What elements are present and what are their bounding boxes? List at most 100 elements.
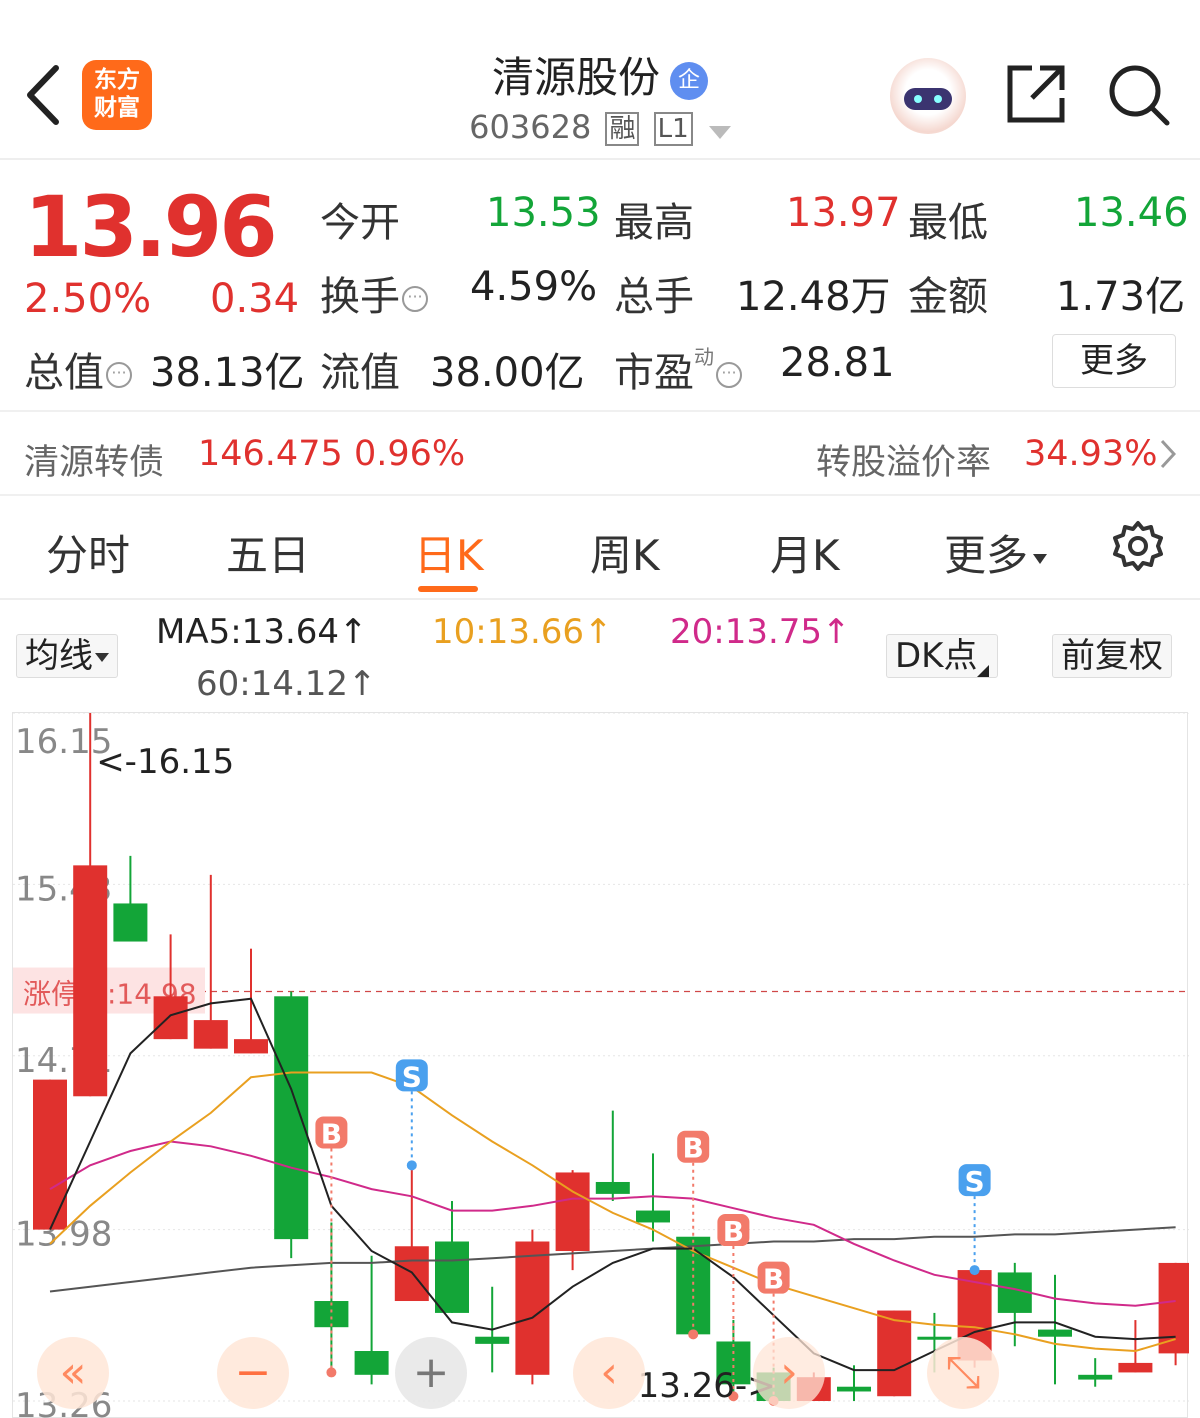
low-value: 13.46 <box>1074 190 1189 236</box>
dk-point-label: DK点 <box>895 636 978 676</box>
fast-back-icon: « <box>60 1347 87 1398</box>
bond-name: 清源转债 <box>24 443 165 483</box>
high-label: 最高 <box>614 200 694 246</box>
float-value: 38.00亿 <box>430 350 585 396</box>
stock-name: 清源股份 <box>491 53 660 102</box>
gear-icon[interactable] <box>1112 520 1164 576</box>
turnover-label[interactable]: 换手 ··· <box>320 264 428 322</box>
candle-body <box>595 1181 630 1194</box>
change-percent: 2.50% <box>24 276 152 322</box>
float-label: 流值 <box>320 350 400 396</box>
zoom-out-icon: − <box>235 1347 272 1398</box>
mktcap-label-text: 总值 <box>24 350 104 396</box>
buy-signal-text: B <box>723 1215 744 1248</box>
turnover-label-text: 换手 <box>320 274 400 320</box>
more-quote-button[interactable]: 更多 <box>1052 334 1176 388</box>
candle-body <box>636 1210 670 1223</box>
candle-body <box>917 1336 952 1340</box>
caret-down-icon <box>95 652 109 662</box>
current-price: 13.96 <box>24 178 278 276</box>
low-label: 最低 <box>908 200 988 246</box>
amount-value: 1.73亿 <box>1056 274 1186 320</box>
max-price-label: <-16.15 <box>96 742 234 782</box>
stock-code: 603628 <box>469 108 592 146</box>
tab-monthly-k[interactable]: 月K <box>770 522 840 583</box>
open-label: 今开 <box>320 200 400 246</box>
candle-body <box>73 865 108 1097</box>
candle-body <box>33 1079 67 1230</box>
mktcap-label[interactable]: 总值 ··· <box>24 340 132 398</box>
turnover-value: 4.59% <box>470 264 598 310</box>
buy-signal-text: B <box>321 1117 342 1150</box>
pe-label[interactable]: 市盈动··· <box>614 340 742 398</box>
chart-tabs: 分时 五日 日K 周K 月K 更多 <box>0 496 1200 600</box>
info-dots-icon[interactable]: ··· <box>106 362 132 388</box>
step-forward-icon: › <box>780 1347 798 1398</box>
candle-body <box>1118 1362 1153 1373</box>
level1-tag: L1 <box>653 112 693 146</box>
bond-pct: 0.96% <box>354 434 466 474</box>
info-dots-icon[interactable]: ··· <box>402 286 428 312</box>
candle-body <box>1078 1374 1113 1380</box>
candle-body <box>274 996 309 1240</box>
candle-body <box>234 1039 268 1054</box>
convertible-bond-row[interactable]: 清源转债 146.475 0.96% 转股溢价率 34.93% <box>0 412 1200 496</box>
candle-body <box>877 1310 912 1397</box>
high-value: 13.97 <box>786 190 901 236</box>
pe-superscript: 动 <box>694 345 714 369</box>
fullscreen-icon: ⤡ <box>945 1347 980 1398</box>
caret-down-icon <box>1033 553 1048 564</box>
signal-dot <box>688 1329 699 1340</box>
enterprise-badge-icon: 企 <box>670 61 708 100</box>
ma-selector-label: 均线 <box>25 636 93 676</box>
robot-assistant-icon[interactable] <box>890 58 966 134</box>
info-dots-icon[interactable]: ··· <box>716 362 742 388</box>
bond-price: 146.475 <box>198 434 343 474</box>
candle-body <box>193 1020 228 1049</box>
mktcap-value: 38.13亿 <box>150 350 305 396</box>
dropdown-triangle-icon[interactable] <box>708 110 731 148</box>
chevron-right-icon[interactable] <box>1160 438 1177 478</box>
active-tab-indicator <box>418 586 478 592</box>
premium-value: 34.93% <box>1024 434 1158 474</box>
top-bar: 东方 财富 清源股份企 603628 融 L1 <box>0 0 1200 160</box>
pe-value: 28.81 <box>780 340 895 386</box>
candle-body <box>435 1241 469 1313</box>
amount-label: 金额 <box>908 274 988 320</box>
margin-tag: 融 <box>605 112 640 146</box>
candle-body <box>153 996 188 1040</box>
signal-dot <box>406 1160 417 1171</box>
tab-five-day[interactable]: 五日 <box>226 522 310 583</box>
dk-point-button[interactable]: DK点 <box>886 634 999 678</box>
candle-body <box>1038 1329 1072 1337</box>
ma5-value: MA5:13.64↑ <box>156 612 368 652</box>
search-icon[interactable] <box>1108 64 1170 126</box>
volume-label: 总手 <box>614 274 694 320</box>
open-value: 13.53 <box>486 190 601 236</box>
candle-body <box>475 1336 510 1344</box>
tab-more-label: 更多 <box>944 531 1029 580</box>
change-amount: 0.34 <box>210 276 300 322</box>
volume-value: 12.48万 <box>736 274 891 320</box>
candle-body <box>113 903 148 942</box>
sell-signal-text: S <box>402 1060 422 1093</box>
candle-body <box>837 1386 871 1392</box>
premium-label: 转股溢价率 <box>816 443 992 483</box>
step-back-icon: ‹ <box>600 1347 618 1398</box>
kline-chart[interactable]: 16.1515.4314.7113.9813.26涨停价:14.98BSBBBS… <box>12 712 1189 1418</box>
sell-signal-text: S <box>965 1165 985 1198</box>
zoom-in-icon: + <box>413 1347 450 1398</box>
tab-weekly-k[interactable]: 周K <box>590 522 660 583</box>
ma20-value: 20:13.75↑ <box>670 612 851 652</box>
buy-signal-text: B <box>763 1263 784 1296</box>
buy-signal-text: B <box>683 1132 704 1165</box>
kline-svg[interactable]: 16.1515.4314.7113.9813.26涨停价:14.98BSBBBS… <box>13 713 1189 1418</box>
tab-daily-k[interactable]: 日K <box>414 522 484 583</box>
adjust-button[interactable]: 前复权 <box>1052 634 1172 678</box>
tab-more[interactable]: 更多 <box>944 522 1048 583</box>
ma60-value: 60:14.12↑ <box>196 664 377 704</box>
ma-selector[interactable]: 均线 <box>16 634 118 678</box>
tab-intraday[interactable]: 分时 <box>46 522 130 583</box>
share-icon[interactable] <box>1006 64 1066 124</box>
signal-dot <box>969 1265 980 1276</box>
